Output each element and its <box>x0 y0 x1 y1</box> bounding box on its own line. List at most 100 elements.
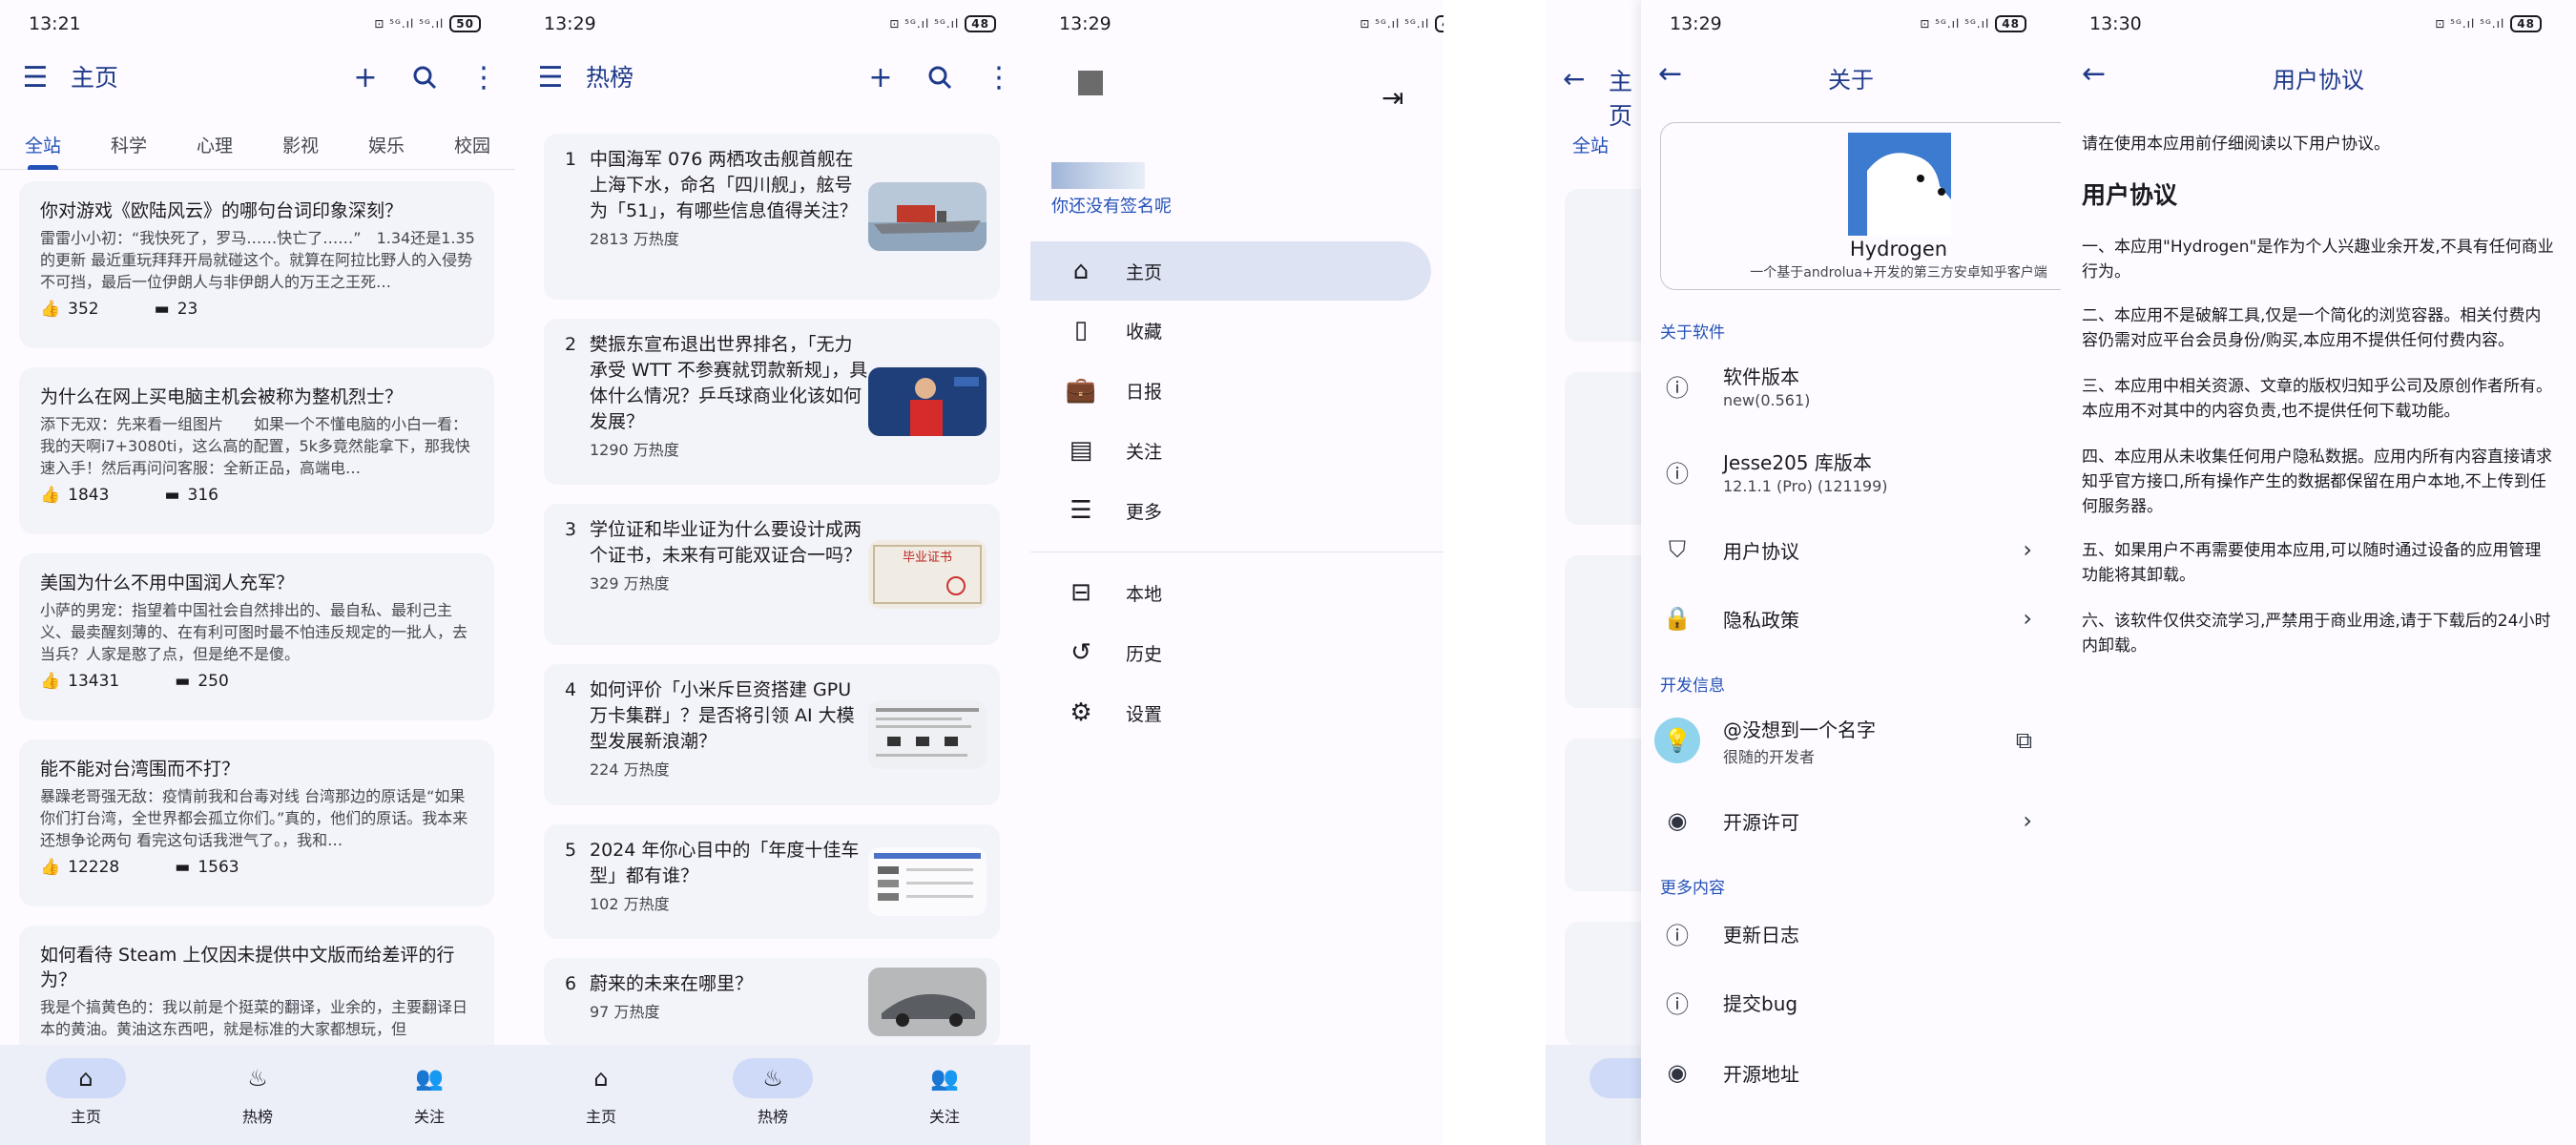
thumbnail-warship <box>868 182 987 251</box>
hot-title: 如何评价「小米斥巨资搭建 GPU 万卡集群」？是否将引领 AI 大模型发展新浪潮… <box>590 679 855 752</box>
submit-bug-row[interactable]: ⓘ 提交bug <box>1641 971 2061 1032</box>
question-title: 美国为什么不用中国润人充军？ <box>40 572 295 593</box>
tab-science[interactable]: 科学 <box>86 116 172 169</box>
about-screen: ← 主页 全站 13:29 ⊡ ⁵ᴳ.ıl ⁵ᴳ.ıl 48 ← 关于 Hydro… <box>1546 0 2061 1145</box>
logout-icon[interactable]: ⇥ <box>1381 82 1403 114</box>
hot-item[interactable]: 3 学位证和毕业证为什么要设计成两个证书，未来有可能双证合一吗？ 329 万热度… <box>544 504 1000 645</box>
feed-card[interactable]: 能不能对台湾围而不打？ 暴躁老哥强无敌：疫情前我和台毒对线 台湾那边的原话是“如… <box>19 739 494 906</box>
thumbnail-certificate: 毕业证书 <box>868 540 987 609</box>
page-title: 主页 <box>71 64 119 92</box>
hot-list-screen: 13:29 ⊡ ⁵ᴳ.ıl ⁵ᴳ.ıl 48 ☰ 热榜 + ⋮ 1 中国海军 07… <box>515 0 1030 1145</box>
feed-card[interactable]: 为什么在网上买电脑主机会被称为整机烈士？ 添下无双：先来看一组图片 如果一个不懂… <box>19 367 494 534</box>
tab-psychology[interactable]: 心理 <box>172 116 258 169</box>
agreement-intro: 请在使用本应用前仔细阅读以下用户协议。 <box>2082 135 2390 154</box>
tab-all[interactable]: 全站 <box>0 116 86 170</box>
feed-card[interactable]: 美国为什么不用中国润人充军？ 小萨的男宠：指望着中国社会自然排出的、最自私、最利… <box>19 553 494 720</box>
user-agreement-row[interactable]: ⛉ 用户协议 › <box>1641 519 2061 580</box>
drawer-item-settings[interactable]: ⚙ 设置 <box>1030 683 1431 742</box>
source-address-row[interactable]: ◉ 开源地址 <box>1641 1042 2061 1103</box>
feed-card[interactable]: 你对游戏《欧陆风云》的哪句台词印象深刻？ 雷雷小小初：“我快死了，罗马……快亡了… <box>19 181 494 348</box>
nav-home[interactable]: ⌂ 主页 <box>29 1045 143 1145</box>
open-source-license-row[interactable]: ◉ 开源许可 › <box>1641 790 2061 851</box>
drawer-item-history[interactable]: ↺ 历史 <box>1030 623 1431 682</box>
software-version-row[interactable]: ⓘ 软件版本 new(0.561) <box>1641 355 2061 416</box>
answer-excerpt: 雷雷小小初：“我快死了，罗马……快亡了……” 1.34还是1.35的更新 最近重… <box>40 229 475 291</box>
drawer-scrim[interactable] <box>1444 0 1546 1145</box>
changelog-row[interactable]: ⓘ 更新日志 <box>1641 903 2061 964</box>
avatar[interactable] <box>1078 71 1103 95</box>
agreement-paragraph: 三、本应用中相关资源、文章的版权归知乎公司及原创作者所有。本应用不对其中的内容负… <box>2082 377 2552 421</box>
inbox-icon: ⊟ <box>1070 578 1091 607</box>
nav-label: 关注 <box>413 1108 445 1126</box>
developer-row[interactable]: 💡 @没想到一个名字 很随的开发者 ⧉ <box>1641 710 2061 771</box>
like-count: 12228 <box>68 858 120 877</box>
info-icon: ⓘ <box>1666 460 1689 488</box>
hot-item[interactable]: 2 樊振东宣布退出世界排名，「无力承受 WTT 不参赛就罚款新规」，具体什么情况… <box>544 319 1000 485</box>
hot-item[interactable]: 5 2024 年你心目中的「年度十佳车型」都有谁？ 102 万热度 <box>544 824 1000 939</box>
question-feed: 你对游戏《欧陆风云》的哪句台词印象深刻？ 雷雷小小初：“我快死了，罗马……快亡了… <box>19 181 494 1112</box>
hot-item[interactable]: 1 中国海军 076 两栖攻击舰首舰在上海下水，命名「四川舰」，舷号为「51」，… <box>544 134 1000 300</box>
menu-icon: ☰ <box>1070 496 1092 525</box>
more-vert-icon[interactable]: ⋮ <box>462 55 506 99</box>
category-tabs: 全站 科学 心理 影视 娱乐 校园 <box>0 116 515 170</box>
search-icon[interactable] <box>403 55 447 99</box>
menu-icon[interactable]: ☰ <box>529 55 572 99</box>
drawer-item-local[interactable]: ⊟ 本地 <box>1030 563 1431 622</box>
signal-icons: ⊡ ⁵ᴳ.ıl ⁵ᴳ.ıl <box>1360 17 1430 31</box>
page-title: 用户协议 <box>2273 67 2364 94</box>
add-icon[interactable]: + <box>343 55 387 99</box>
section-developer: 开发信息 <box>1660 677 1725 696</box>
agreement-paragraph: 四、本应用从未收集任何用户隐私数据。应用内所有内容直接请求知乎官方接口,所有操作… <box>2082 448 2552 516</box>
nav-label: 关注 <box>928 1108 960 1126</box>
like-count: 13431 <box>68 672 120 691</box>
library-version-row[interactable]: ⓘ Jesse205 库版本 12.1.1 (Pro) (121199) <box>1641 441 2061 502</box>
tab-entertainment[interactable]: 娱乐 <box>343 116 429 169</box>
tab-campus[interactable]: 校园 <box>429 116 515 169</box>
privacy-policy-row[interactable]: 🔒 隐私政策 › <box>1641 588 2061 649</box>
more-vert-icon[interactable]: ⋮ <box>977 55 1021 99</box>
hot-list: 1 中国海军 076 两栖攻击舰首舰在上海下水，命名「四川舰」，舷号为「51」，… <box>544 134 1000 1065</box>
battery-icon: 50 <box>449 15 481 32</box>
search-icon[interactable] <box>918 55 962 99</box>
agreement-paragraph: 一、本应用"Hydrogen"是作为个人兴趣业余开发,不具有任何商业行为。 <box>2082 238 2554 281</box>
drawer-item-follow[interactable]: ▤ 关注 <box>1030 421 1431 480</box>
hot-item[interactable]: 4 如何评价「小米斥巨资搭建 GPU 万卡集群」？是否将引领 AI 大模型发展新… <box>544 664 1000 805</box>
drawer-item-home[interactable]: ⌂ 主页 <box>1030 241 1431 301</box>
agreement-heading: 用户协议 <box>2082 181 2178 209</box>
flame-icon: ♨ <box>733 1058 813 1098</box>
info-icon: ⓘ <box>1666 922 1689 949</box>
answer-excerpt: 添下无双：先来看一组图片 如果一个不懂电脑的小白一看：我的天啊i7+3080ti… <box>40 415 470 477</box>
nav-label: 主页 <box>585 1108 616 1126</box>
agreement-paragraph: 六、该软件仅供交流学习,严禁用于商业用途,请于下载后的24小时内卸载。 <box>2082 612 2551 656</box>
nav-follow[interactable]: 👥 关注 <box>887 1045 1002 1145</box>
drawer-item-more[interactable]: ☰ 更多 <box>1030 481 1431 540</box>
add-icon[interactable]: + <box>859 55 903 99</box>
rank-number: 1 <box>565 149 577 170</box>
signal-icons: ⊡ ⁵ᴳ.ıl ⁵ᴳ.ıl <box>2435 17 2505 31</box>
tab-film[interactable]: 影视 <box>258 116 343 169</box>
menu-icon[interactable]: ☰ <box>13 55 57 99</box>
drawer-item-daily[interactable]: 💼 日报 <box>1030 361 1431 420</box>
comment-icon: ▬ <box>154 300 170 319</box>
question-title: 如何看待 Steam 上仅因未提供中文版而给差评的行为？ <box>40 945 455 990</box>
status-bar: 13:29 ⊡ ⁵ᴳ.ıl ⁵ᴳ.ıl48 <box>1030 0 1466 48</box>
list-box-icon: ▤ <box>1069 436 1093 465</box>
nav-hot[interactable]: ♨ 热榜 <box>716 1045 830 1145</box>
like-icon: 👍 <box>40 300 61 319</box>
rank-number: 6 <box>565 973 577 994</box>
nav-follow[interactable]: 👥 关注 <box>372 1045 487 1145</box>
shield-icon: ⛉ <box>1669 536 1686 563</box>
like-icon: 👍 <box>40 672 61 691</box>
comment-icon: ▬ <box>175 858 191 877</box>
drawer-item-favorites[interactable]: ▯ 收藏 <box>1030 301 1431 360</box>
home-icon: ⌂ <box>46 1058 126 1098</box>
top-app-bar: ☰ 热榜 + ⋮ <box>515 48 1030 107</box>
open-external-icon: ⧉ <box>2015 727 2032 754</box>
nav-home[interactable]: ⌂ 主页 <box>544 1045 658 1145</box>
section-more: 更多内容 <box>1660 879 1725 898</box>
hot-title: 中国海军 076 两栖攻击舰首舰在上海下水，命名「四川舰」，舷号为「51」，有哪… <box>590 149 858 221</box>
chevron-right-icon: › <box>2023 807 2032 834</box>
nav-hot[interactable]: ♨ 热榜 <box>200 1045 315 1145</box>
github-icon: ◉ <box>1667 807 1688 834</box>
hot-item[interactable]: 6 蔚来的未来在哪里？ 97 万热度 <box>544 958 1000 1046</box>
